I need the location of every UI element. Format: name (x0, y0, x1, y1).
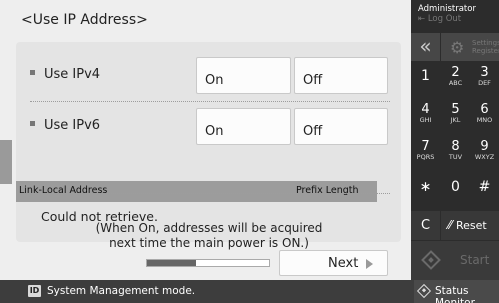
id-badge-icon: ID (28, 285, 41, 297)
user-name: Administrator (418, 4, 476, 14)
logout-link[interactable]: ⇤ Log Out (418, 14, 476, 24)
reset-icon: ⁄⁄ (448, 218, 453, 232)
logout-label: Log Out (427, 14, 462, 24)
reset-button[interactable]: ⁄⁄ Reset (441, 211, 499, 240)
prefix-length-column: Prefix Length (296, 185, 359, 196)
link-local-header: Link-Local Address Prefix Length (16, 181, 377, 202)
user-info: Administrator ⇤ Log Out (418, 4, 476, 24)
ipv4-row: Use IPv4 On Off (16, 57, 401, 97)
chevron-double-left-icon: « (419, 34, 432, 58)
page-title: <Use IP Address> (21, 12, 148, 28)
settings-register-label: Settings/ Register (472, 39, 499, 55)
key-digit: 1 (421, 68, 430, 84)
keypad-panel: Administrator ⇤ Log Out « ⚙ Settings/ Re… (411, 0, 499, 280)
note-line-1: (When On, addresses will be acquired (95, 221, 323, 235)
next-label: Next (328, 256, 359, 271)
key-4[interactable]: 4 GHI (411, 98, 440, 133)
main-panel: <Use IP Address> Use IPv4 On Off Use IPv… (0, 0, 411, 280)
key-digit: 8 (451, 139, 460, 154)
key-digit: 6 (480, 102, 489, 117)
reset-label: Reset (456, 219, 487, 232)
clear-key[interactable]: C (411, 211, 440, 240)
arrow-right-icon (366, 259, 373, 269)
page-progress-bar (146, 259, 270, 267)
key-digit: 0 (451, 179, 460, 195)
key-star[interactable]: ∗ (411, 172, 440, 207)
key-digit: 7 (421, 139, 430, 154)
ipv6-row: Use IPv6 On Off (16, 108, 401, 148)
key-letters: PQRS (416, 153, 435, 161)
key-letters: DEF (478, 79, 491, 87)
logout-icon: ⇤ (418, 14, 426, 24)
settings-register-button[interactable]: ⚙ Settings/ Register (441, 33, 499, 62)
key-0[interactable]: 0 (441, 172, 470, 207)
next-button[interactable]: Next (279, 250, 388, 276)
back-button[interactable]: « (411, 33, 440, 62)
key-digit: ∗ (419, 179, 432, 195)
key-digit: 4 (421, 102, 430, 117)
ipv6-label: Use IPv6 (30, 118, 100, 133)
divider (30, 101, 390, 102)
settings-label-line-2: Register (472, 47, 499, 55)
progress-fill (147, 260, 196, 266)
key-digit: # (478, 179, 491, 195)
start-button[interactable]: Start (411, 241, 499, 280)
power-note: (When On, addresses will be acquired nex… (64, 221, 354, 251)
key-6[interactable]: 6 MNO (470, 98, 499, 133)
key-letters: JKL (450, 116, 461, 124)
ipv4-off-button[interactable]: Off (294, 57, 388, 94)
key-digit: 9 (480, 139, 489, 154)
key-letters: MNO (476, 116, 493, 124)
key-1[interactable]: 1 (411, 61, 440, 96)
ipv4-label: Use IPv4 (30, 67, 100, 82)
key-2[interactable]: 2 ABC (441, 61, 470, 96)
divider (30, 193, 390, 194)
bullet-icon (30, 70, 35, 75)
ipv4-label-text: Use IPv4 (44, 67, 101, 82)
key-digit: 5 (451, 102, 460, 117)
key-7[interactable]: 7 PQRS (411, 135, 440, 170)
key-5[interactable]: 5 JKL (441, 98, 470, 133)
ipv6-label-text: Use IPv6 (44, 118, 101, 133)
settings-label-line-1: Settings/ (472, 39, 499, 47)
status-monitor-label: Status Monitor (435, 285, 475, 303)
key-8[interactable]: 8 TUV (441, 135, 470, 170)
key-digit: 3 (480, 65, 489, 80)
key-letters: GHI (419, 116, 432, 124)
note-line-2: next time the main power is ON.) (109, 236, 309, 250)
ipv6-off-button[interactable]: Off (294, 108, 388, 145)
side-tab-marker (0, 140, 12, 184)
key-3[interactable]: 3 DEF (470, 61, 499, 96)
start-diamond-icon (421, 250, 441, 270)
key-letters: WXYZ (474, 153, 495, 161)
start-label: Start (460, 253, 490, 267)
key-letters: ABC (448, 79, 463, 87)
key-letters: TUV (448, 153, 463, 161)
link-local-address-column: Link-Local Address (19, 185, 108, 196)
status-bar: ID System Management mode. Status Monito… (0, 280, 499, 303)
bullet-icon (30, 121, 35, 126)
key-9[interactable]: 9 WXYZ (470, 135, 499, 170)
key-hash[interactable]: # (470, 172, 499, 207)
status-monitor-button[interactable]: Status Monitor (414, 280, 499, 303)
gear-icon: ⚙ (450, 38, 465, 57)
key-digit: 2 (451, 65, 460, 80)
settings-card: Use IPv4 On Off Use IPv6 On Off Link-Loc… (16, 42, 401, 242)
ipv6-on-button[interactable]: On (196, 108, 291, 145)
ipv4-on-button[interactable]: On (196, 57, 291, 94)
status-monitor-icon (416, 283, 432, 299)
status-message: System Management mode. (47, 285, 196, 297)
